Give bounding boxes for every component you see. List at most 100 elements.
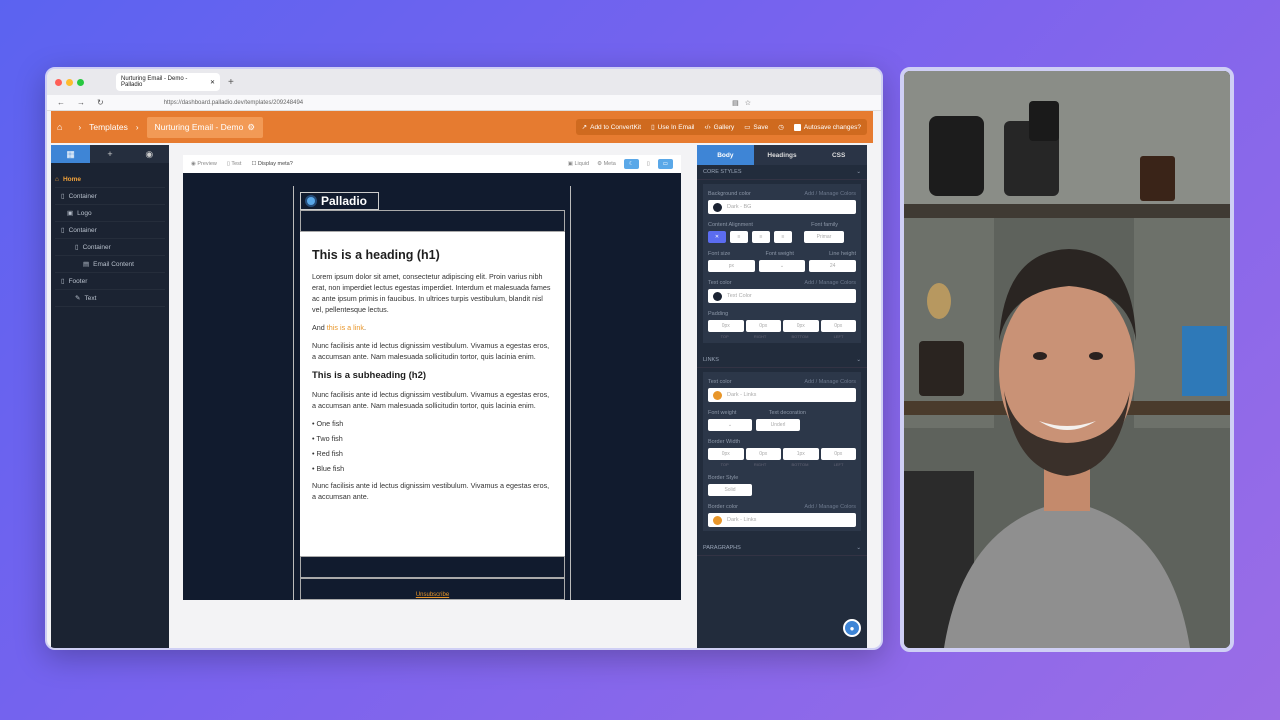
border-right-input[interactable]: 0px — [745, 448, 781, 460]
label: Content Alignment — [708, 222, 753, 228]
label: Line height — [829, 251, 856, 257]
align-right-icon[interactable]: ≡ — [774, 231, 792, 243]
core-styles-header[interactable]: Core styles ⌄ — [697, 165, 867, 180]
text-icon: ✎ — [75, 295, 81, 302]
tab-body[interactable]: Body — [697, 145, 754, 165]
tree-label: Container — [82, 243, 111, 251]
home-icon[interactable]: ⌂ — [57, 122, 62, 132]
border-top-input[interactable]: 0px — [708, 448, 744, 460]
font-weight-select[interactable]: ⌄ — [758, 260, 806, 272]
new-tab-icon[interactable]: + — [228, 77, 234, 88]
url-field[interactable]: https://dashboard.palladio.dev/templates… — [164, 100, 732, 106]
browser-tab[interactable]: Nurturing Email - Demo - Palladio ✕ — [116, 73, 220, 91]
tree-item[interactable]: ▯ Container — [55, 239, 165, 256]
text-color-select[interactable]: Text Color — [708, 289, 856, 303]
border-color-select[interactable]: Dark - Links — [708, 513, 856, 527]
font-family-select[interactable]: Primar — [804, 231, 844, 243]
close-dot[interactable] — [55, 78, 62, 86]
email-link[interactable]: this is a link — [327, 323, 364, 332]
tree-item[interactable]: ✎ Text — [55, 290, 165, 307]
add-to-convertkit-button[interactable]: ↗ Add to ConvertKit — [582, 123, 641, 132]
border-style-select[interactable]: Solid — [708, 484, 752, 496]
font-size-select[interactable]: px — [708, 260, 755, 272]
border-bottom-input[interactable]: 1px — [783, 448, 819, 460]
padding-right-input[interactable]: 0px — [745, 320, 781, 332]
minimize-dot[interactable] — [66, 78, 73, 86]
border-left-input[interactable]: 0px — [820, 448, 856, 460]
padding-top-input[interactable]: 0px — [708, 320, 744, 332]
meta-button[interactable]: ⚙ Meta — [597, 161, 616, 167]
link-font-weight-select[interactable]: ⌄ — [708, 419, 752, 431]
link-color-select[interactable]: Dark - Links — [708, 388, 856, 402]
tab-css[interactable]: CSS — [810, 145, 867, 165]
content-icon: ▤ — [83, 261, 90, 268]
spacer-block[interactable] — [300, 210, 565, 232]
manage-colors-link[interactable]: Add / Manage Colors — [804, 280, 856, 286]
align-center-icon[interactable]: ≡ — [752, 231, 770, 243]
layer-tree: ⌂ Home ▯ Container ▣ Logo ▯ Container ▯ Conta… — [51, 163, 169, 315]
use-in-email-button[interactable]: ▯ Use In Email — [651, 123, 694, 132]
tree-item[interactable]: ▯ Container — [55, 188, 165, 205]
dark-mode-icon[interactable]: ☾ — [623, 159, 639, 169]
test-label: Test — [231, 161, 242, 167]
tree-label: Container — [68, 192, 97, 200]
paragraphs-header[interactable]: Paragraphs ⌄ — [697, 541, 867, 556]
tree-item[interactable]: ▤ Email Content — [55, 256, 165, 273]
preview-tab-icon[interactable]: ◉ — [129, 145, 169, 163]
zoom-dot[interactable] — [77, 78, 84, 86]
reader-icon[interactable]: ▤ — [732, 99, 739, 107]
label: RIGHT — [753, 334, 767, 339]
manage-colors-link[interactable]: Add / Manage Colors — [804, 504, 856, 510]
tree-item-home[interactable]: ⌂ Home — [55, 171, 165, 188]
manage-colors-link[interactable]: Add / Manage Colors — [804, 379, 856, 385]
align-left-icon[interactable]: ≡ — [730, 231, 748, 243]
logo[interactable]: Palladio — [300, 192, 379, 210]
liquid-button[interactable]: ▣ Liquid — [568, 161, 589, 167]
test-button[interactable]: ▯ Test — [227, 161, 242, 167]
back-icon[interactable]: ← — [57, 98, 65, 107]
tree-item[interactable]: ▣ Logo — [55, 205, 165, 222]
container-icon: ▯ — [61, 278, 65, 285]
unsubscribe-link[interactable]: Unsubscribe — [300, 578, 565, 600]
padding-bottom-input[interactable]: 0px — [783, 320, 819, 332]
bookmark-star-icon[interactable]: ☆ — [745, 99, 751, 107]
display-meta-toggle[interactable]: ☐ Display meta? — [251, 161, 292, 167]
email-content[interactable]: This is a heading (h1) Lorem ipsum dolor… — [300, 232, 565, 556]
chat-bubble-icon[interactable]: ● — [843, 619, 861, 637]
settings-icon[interactable]: ⚙ — [247, 122, 255, 133]
tree-item[interactable]: ▯ Container — [55, 222, 165, 239]
links-header[interactable]: Links ⌄ — [697, 353, 867, 368]
webcam-image — [904, 71, 1230, 648]
chevron-right-icon: › — [135, 122, 139, 132]
container-icon: ▯ — [61, 227, 65, 234]
tree-item[interactable]: ▯ Footer — [55, 273, 165, 290]
chevron-down-icon: ⌄ — [856, 545, 861, 551]
image-icon: ▣ — [67, 210, 74, 217]
url-bar: ← → ↻ https://dashboard.palladio.dev/templ… — [47, 95, 881, 648]
breadcrumb-current[interactable]: Nurturing Email - Demo ⚙ — [146, 116, 263, 138]
spacer-block[interactable] — [300, 556, 565, 578]
mobile-view-icon[interactable]: ▯ — [647, 161, 650, 167]
background-color-select[interactable]: Dark - BG — [708, 200, 856, 214]
gallery-button[interactable]: ‹/› Gallery — [705, 124, 735, 131]
close-icon[interactable]: ✕ — [210, 79, 215, 86]
text-decoration-select[interactable]: Underl — [756, 419, 800, 431]
home-icon: ⌂ — [55, 175, 59, 183]
autosave-checkbox[interactable] — [793, 123, 801, 131]
align-none-icon[interactable]: ✕ — [708, 231, 726, 243]
preview-button[interactable]: ◉ Preview — [191, 161, 217, 167]
layers-tab-icon[interactable]: ▦ — [51, 145, 91, 163]
history-icon[interactable]: ◷ — [778, 123, 784, 131]
autosave-toggle[interactable]: Autosave changes? — [793, 123, 861, 131]
manage-colors-link[interactable]: Add / Manage Colors — [804, 191, 856, 197]
save-button[interactable]: ▭ Save — [744, 123, 768, 132]
padding-left-input[interactable]: 0px — [820, 320, 856, 332]
line-height-select[interactable]: 24 — [809, 260, 857, 272]
reload-icon[interactable]: ↻ — [97, 98, 104, 107]
add-block-tab-icon[interactable]: + — [90, 145, 130, 163]
forward-icon[interactable]: → — [77, 98, 85, 107]
tree-label: Home — [62, 175, 81, 183]
breadcrumb-templates[interactable]: Templates — [89, 122, 128, 132]
desktop-view-icon[interactable]: ▭ — [657, 159, 673, 169]
tab-headings[interactable]: Headings — [753, 145, 811, 165]
